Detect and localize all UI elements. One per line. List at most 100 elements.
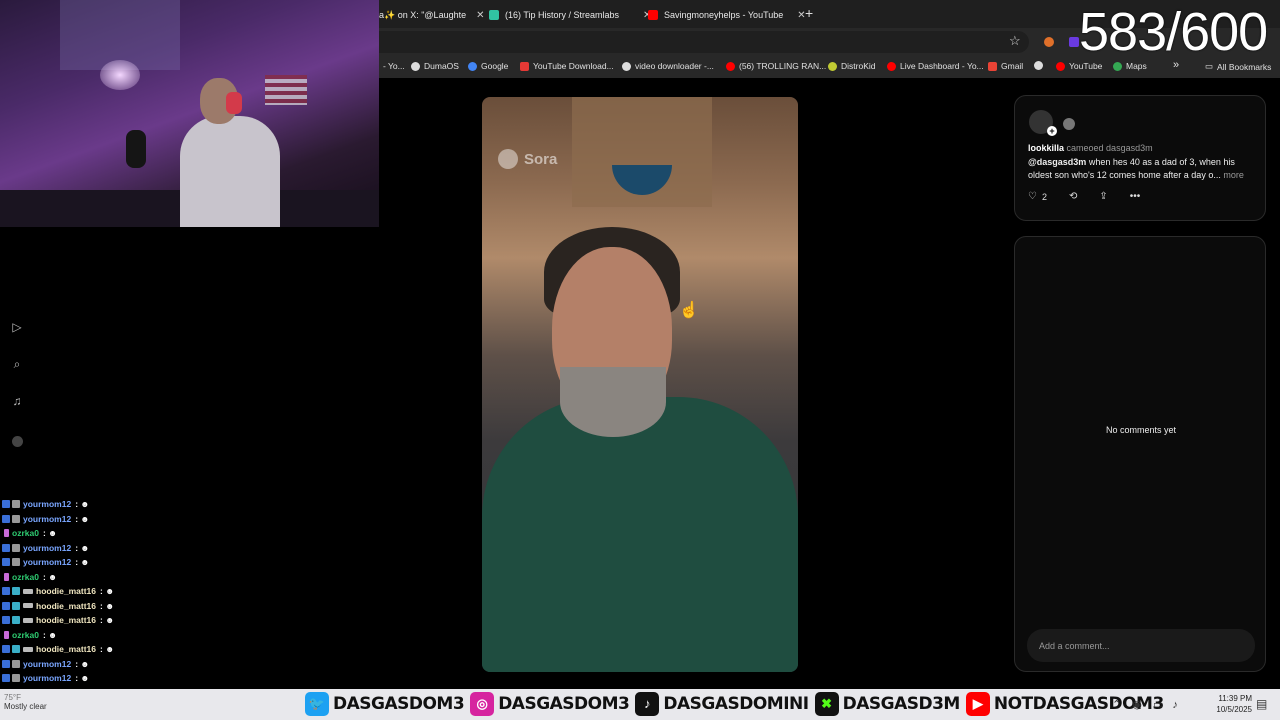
bookmark-star-icon[interactable]: ☆ (1009, 33, 1021, 49)
bookmark-item[interactable]: YouTube Download... (520, 61, 614, 71)
caption-mention[interactable]: @dasgasd3m (1028, 157, 1086, 167)
like-count: 2 (1041, 191, 1047, 202)
chevron-up-icon[interactable]: ⌃ (1112, 699, 1121, 711)
video-player[interactable]: Sora (482, 97, 798, 672)
emote-icon: : ☻ (42, 629, 58, 640)
cameo-avatar[interactable] (1063, 118, 1075, 130)
bookmark-item[interactable]: - Yo... (383, 61, 405, 71)
wifi-icon[interactable]: ◉ (1132, 699, 1142, 711)
badge-icon (12, 543, 20, 552)
bookmark-item[interactable]: video downloader -... (622, 61, 714, 71)
globe-icon (1034, 61, 1043, 70)
chat-message: yourmom12: ☻ (2, 671, 200, 686)
post-username[interactable]: lookkilla (1028, 143, 1064, 153)
chat-username: ozrka0 (12, 629, 39, 640)
tab-x[interactable]: a✨ on X: "@Laughte ✕ (379, 4, 484, 26)
chat-username: hoodie_matt16 (36, 600, 96, 611)
weather-widget[interactable]: 75°F Mostly clear (4, 693, 47, 711)
webcam-flag (265, 75, 307, 105)
goal-counter: 583/600 (1079, 2, 1268, 62)
chat-username: yourmom12 (23, 673, 72, 684)
emote-icon: : ☻ (75, 673, 90, 684)
chat-message: yourmom12: ☻ (2, 541, 200, 556)
badge-icon (2, 616, 10, 625)
volume-icon[interactable]: ♪ (1172, 699, 1178, 711)
avatar[interactable] (10, 436, 24, 450)
chat-username: yourmom12 (23, 557, 72, 568)
emote-icon: : ☻ (42, 528, 58, 539)
twitter-icon: 🐦 (305, 692, 329, 716)
sora-logo-icon (498, 149, 518, 169)
google-icon (468, 61, 477, 71)
tab-youtube[interactable]: Savingmoneyhelps - YouTube ✕ (648, 4, 806, 26)
bookmark-item[interactable]: DistroKid (828, 61, 875, 71)
gmail-icon (988, 61, 997, 71)
badge-icon (12, 500, 20, 509)
emote-icon: : ☻ (100, 586, 115, 597)
chat-username: hoodie_matt16 (36, 586, 96, 597)
post-attribution: lookkilla cameoed dasgasd3m (1028, 143, 1153, 153)
badge-icon (2, 587, 10, 596)
comment-input[interactable] (1027, 629, 1255, 662)
chat-message: hoodie_matt16: ☻ (2, 642, 200, 657)
emote-icon: : ☻ (75, 542, 90, 553)
download-icon (520, 61, 529, 71)
badge-icon (4, 630, 9, 639)
tab-label: (16) Tip History / Streamlabs (505, 10, 620, 20)
new-tab-button[interactable]: + (805, 5, 813, 21)
video-person-beard (560, 367, 666, 437)
bookmark-item[interactable]: DumaOS (411, 61, 459, 71)
stream-chat: yourmom12: ☻ yourmom12: ☻ ozrka0: ☻ your… (0, 497, 200, 686)
tab-streamlabs[interactable]: (16) Tip History / Streamlabs ✕ (489, 4, 651, 26)
globe-icon (622, 61, 631, 71)
follow-plus-icon[interactable]: + (1047, 126, 1057, 136)
badge-icon (2, 659, 10, 668)
badge-icon (12, 616, 20, 625)
social-handles-overlay: 🐦 DASGASDOM3 ◎ DASGASDOM3 ♪ DASGASDOMINI ✖ D… (305, 692, 1170, 716)
remix-button[interactable]: ⟲ (1069, 191, 1077, 202)
comments-panel: No comments yet (1014, 236, 1266, 672)
social-handle: DASGASDOM3 (333, 694, 465, 714)
webcam-headset (226, 92, 242, 114)
sora-watermark: Sora (498, 149, 557, 169)
badge-icon (2, 543, 10, 552)
play-icon[interactable]: ▷ (10, 320, 24, 334)
close-icon[interactable]: ✕ (476, 10, 484, 21)
badge-icon (12, 514, 20, 523)
extension-icon[interactable] (1044, 37, 1054, 47)
taskbar: 75°F Mostly clear 🐦 DASGASDOM3 ◎ DASGASDOM… (0, 689, 1280, 720)
network-icon[interactable]: ▭ (1153, 699, 1163, 711)
system-tray: ⌃ ◉ ▭ ♪ (1112, 698, 1178, 711)
bookmark-item[interactable]: Google (468, 61, 508, 71)
chat-message: hoodie_matt16: ☻ (2, 613, 200, 628)
badge-icon (2, 514, 10, 523)
notification-icon[interactable]: ▤ (1256, 697, 1267, 711)
bookmark-item[interactable] (1034, 61, 1047, 70)
youtube-icon (648, 10, 658, 20)
video-person-shirt (482, 397, 798, 672)
taskbar-clock[interactable]: 11:39 PM 10/5/2025 (1212, 693, 1252, 715)
search-icon[interactable]: ⌕ (10, 357, 24, 371)
bookmark-item[interactable]: (56) TROLLING RAN... (726, 61, 826, 71)
share-button[interactable]: ⇪ (1099, 191, 1107, 202)
bookmark-item[interactable]: Live Dashboard - Yo... (887, 61, 984, 71)
like-button[interactable]: ♡ 2 (1028, 191, 1047, 202)
social-kick: ✖ DASGASD3M (814, 692, 960, 716)
emote-icon: : ☻ (100, 600, 115, 611)
heart-icon: ♡ (1028, 191, 1037, 202)
badge-icon (23, 603, 33, 609)
more-options-button[interactable]: ••• (1130, 191, 1141, 202)
weather-temp: 75°F (4, 693, 21, 702)
bookmark-item[interactable]: Gmail (988, 61, 1023, 71)
webcam-microphone (126, 130, 146, 168)
chat-message: ozrka0: ☻ (4, 570, 200, 585)
bell-icon[interactable]: ♫ (10, 394, 24, 408)
chat-username: yourmom12 (23, 513, 72, 524)
more-link[interactable]: more (1223, 170, 1244, 180)
extension-icon[interactable] (1069, 37, 1079, 47)
webcam-lamp (100, 60, 140, 90)
badge-icon (2, 674, 10, 683)
remix-icon: ⟲ (1068, 191, 1078, 202)
address-input[interactable] (379, 31, 1029, 53)
ellipsis-icon: ••• (1129, 191, 1141, 202)
